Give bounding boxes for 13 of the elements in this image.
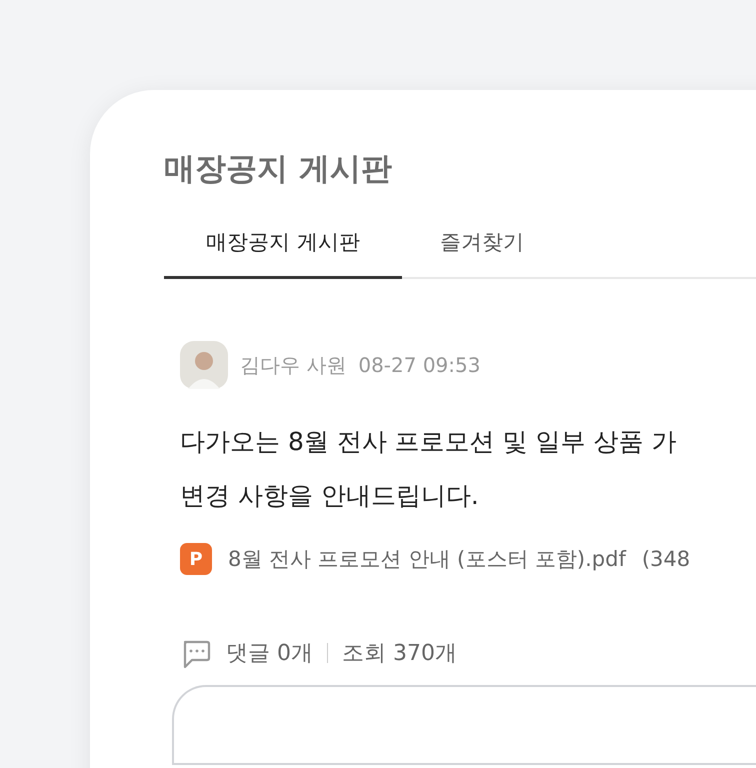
file-type-badge: P xyxy=(180,543,212,575)
view-count: 조회 370개 xyxy=(342,640,457,668)
board-title: 매장공지 게시판 xyxy=(164,150,393,189)
attachment-size: (348 xyxy=(642,547,690,571)
post-time: 08-27 09:53 xyxy=(358,353,480,377)
avatar xyxy=(180,341,228,389)
attachment-link[interactable]: 8월 전사 프로모션 안내 (포스터 포함).pdf xyxy=(228,545,626,573)
post-body: 다가오는 8월 전사 프로모션 및 일부 상품 가 변경 사항을 안내드립니다. xyxy=(180,426,678,512)
comment-field[interactable] xyxy=(172,685,756,765)
tab[interactable]: 매장공지 게시판 xyxy=(164,228,402,279)
author-name: 김다우 사원 xyxy=(240,352,346,378)
comment-count: 댓글 0개 xyxy=(226,640,313,668)
tab[interactable]: 즐겨찾기 xyxy=(402,228,562,279)
